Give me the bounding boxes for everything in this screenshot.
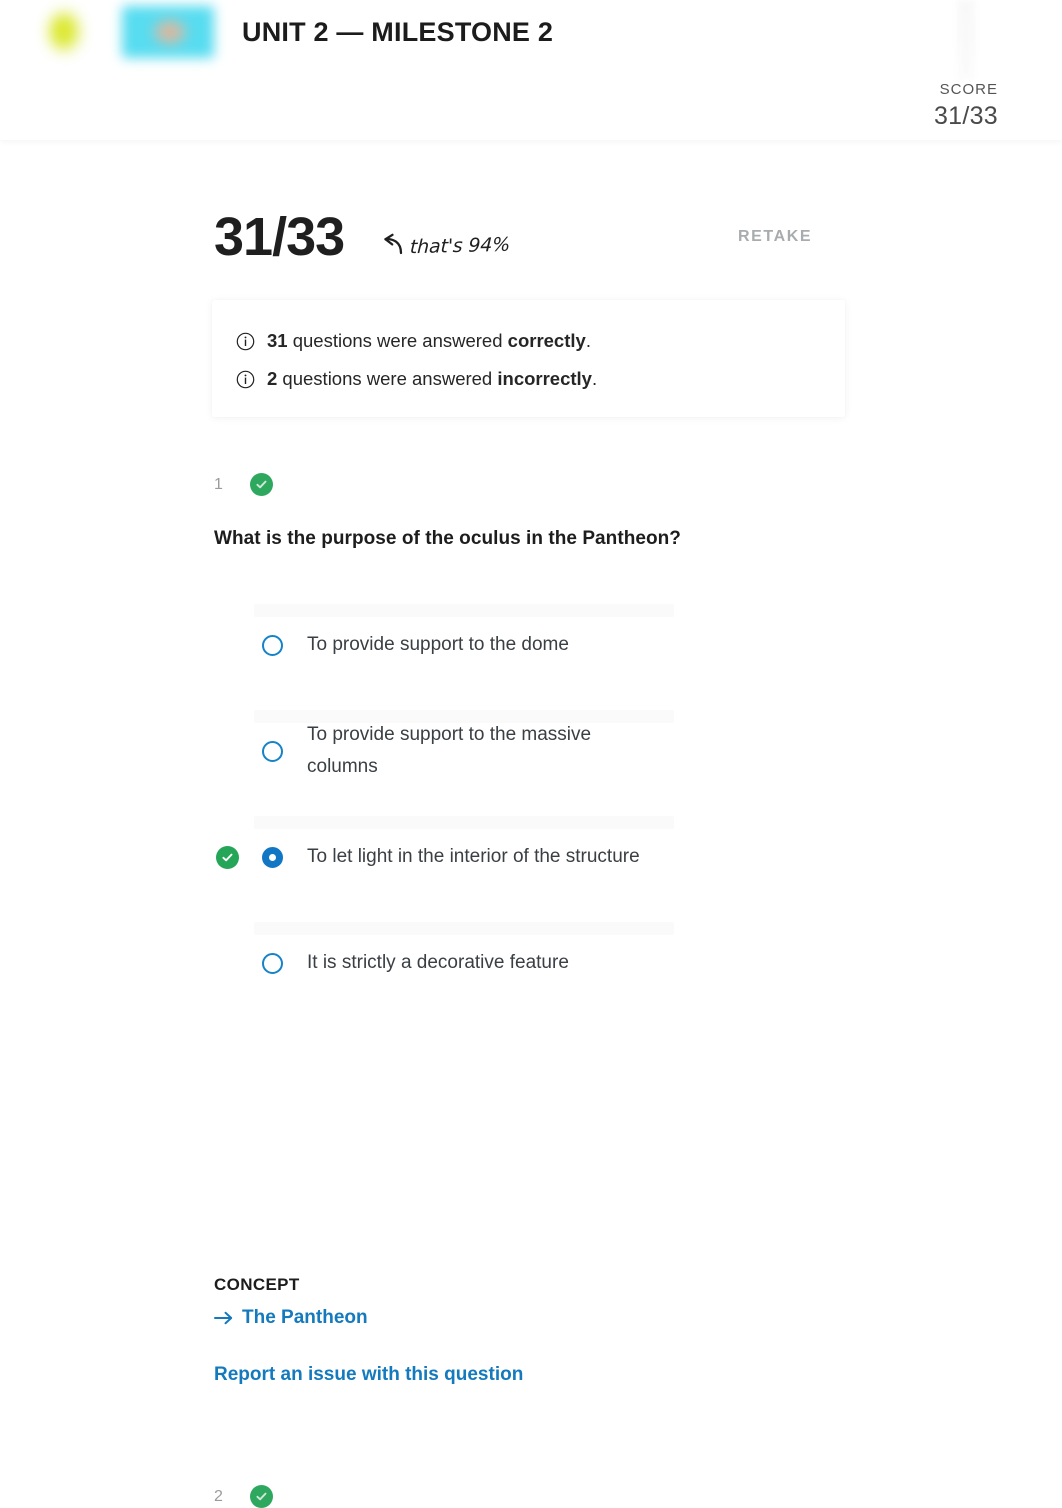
option-divider xyxy=(254,816,674,829)
brand-logo-badge-icon xyxy=(122,6,214,58)
question-number: 1 xyxy=(214,475,223,493)
info-text-incorrect: 2 questions were answered incorrectly. xyxy=(267,368,597,390)
answer-option-selected-correct[interactable]: To let light in the interior of the stru… xyxy=(214,807,834,913)
percentage-annotation: that's 94% xyxy=(374,233,511,259)
header-top-row: UNIT 2 — MILESTONE 2 xyxy=(0,6,1062,58)
option-divider xyxy=(254,922,674,935)
radio-button[interactable] xyxy=(262,634,283,656)
correct-answer-marker xyxy=(214,844,240,870)
option-label: To let light in the interior of the stru… xyxy=(307,846,640,868)
check-icon xyxy=(256,1492,267,1501)
next-question-number: 2 xyxy=(214,1487,223,1505)
option-body[interactable]: To let light in the interior of the stru… xyxy=(214,825,834,889)
incorrect-middle: questions were answered xyxy=(277,368,498,389)
option-divider xyxy=(254,710,674,723)
info-text-correct: 31 questions were answered correctly. xyxy=(267,330,591,352)
answer-options-list: To provide support to the dome To provid… xyxy=(214,595,834,1019)
incorrect-emphasis: incorrectly xyxy=(497,368,592,389)
question-header: 1 xyxy=(214,473,273,496)
option-divider xyxy=(254,604,674,617)
header-score-value: 31/33 xyxy=(933,102,998,130)
correct-answer-marker-placeholder xyxy=(214,632,240,658)
percentage-annotation-text: that's 94% xyxy=(409,233,511,259)
score-summary-row: 31/33 that's 94% xyxy=(214,207,511,267)
incorrect-period: . xyxy=(591,368,598,389)
correct-middle: questions were answered xyxy=(287,330,508,351)
page-title: UNIT 2 — MILESTONE 2 xyxy=(242,16,554,47)
check-icon xyxy=(256,480,267,489)
brand-logo-mark-icon xyxy=(48,10,82,54)
answer-option[interactable]: To provide support to the dome xyxy=(214,595,834,701)
app-header: UNIT 2 — MILESTONE 2 SCORE 31/33 xyxy=(0,0,1062,140)
question-status-correct-icon xyxy=(250,473,273,496)
header-score-label: SCORE xyxy=(939,81,998,98)
main-content: 31/33 that's 94% RETAKE 31 questions wer… xyxy=(0,140,1062,1508)
question-text: What is the purpose of the oculus in the… xyxy=(214,528,681,549)
info-icon xyxy=(236,332,255,350)
option-body[interactable]: To provide support to the massive column… xyxy=(214,719,834,783)
option-label: To provide support to the dome xyxy=(307,634,569,656)
correct-check-icon xyxy=(215,845,239,869)
option-body[interactable]: To provide support to the dome xyxy=(214,613,834,677)
report-issue-link[interactable]: Report an issue with this question xyxy=(214,1364,523,1386)
header-score-block: SCORE 31/33 xyxy=(934,82,998,129)
curved-arrow-icon xyxy=(384,233,403,255)
correct-count: 31 xyxy=(267,330,288,351)
radio-button[interactable] xyxy=(262,740,283,762)
info-icon xyxy=(236,370,255,388)
results-info-box: 31 questions were answered correctly. 2 … xyxy=(212,300,845,417)
correct-answer-marker-placeholder xyxy=(214,950,240,976)
concept-heading: CONCEPT xyxy=(214,1275,300,1294)
info-line-correct: 31 questions were answered correctly. xyxy=(236,300,845,352)
radio-button[interactable] xyxy=(262,952,283,974)
arrow-right-icon xyxy=(214,1311,233,1325)
concept-link-label: The Pantheon xyxy=(242,1307,368,1328)
option-label: It is strictly a decorative feature xyxy=(307,952,569,974)
concept-link[interactable]: The Pantheon xyxy=(214,1307,368,1329)
correct-answer-marker-placeholder xyxy=(214,738,240,764)
next-question-header: 2 xyxy=(214,1485,273,1508)
header-right-decoration xyxy=(957,0,975,80)
correct-period: . xyxy=(585,330,591,351)
answer-option[interactable]: It is strictly a decorative feature xyxy=(214,913,834,1019)
check-icon xyxy=(221,853,232,861)
retake-button[interactable]: RETAKE xyxy=(738,228,812,246)
option-label: To provide support to the massive column… xyxy=(307,724,592,777)
correct-emphasis: correctly xyxy=(507,330,586,351)
incorrect-count: 2 xyxy=(267,368,278,389)
radio-button-selected[interactable] xyxy=(262,846,283,868)
info-line-incorrect: 2 questions were answered incorrectly. xyxy=(236,352,845,390)
next-question-status-correct-icon xyxy=(250,1485,273,1508)
answer-option[interactable]: To provide support to the massive column… xyxy=(214,701,834,807)
big-score-value: 31/33 xyxy=(214,207,345,267)
option-body[interactable]: It is strictly a decorative feature xyxy=(214,931,834,995)
